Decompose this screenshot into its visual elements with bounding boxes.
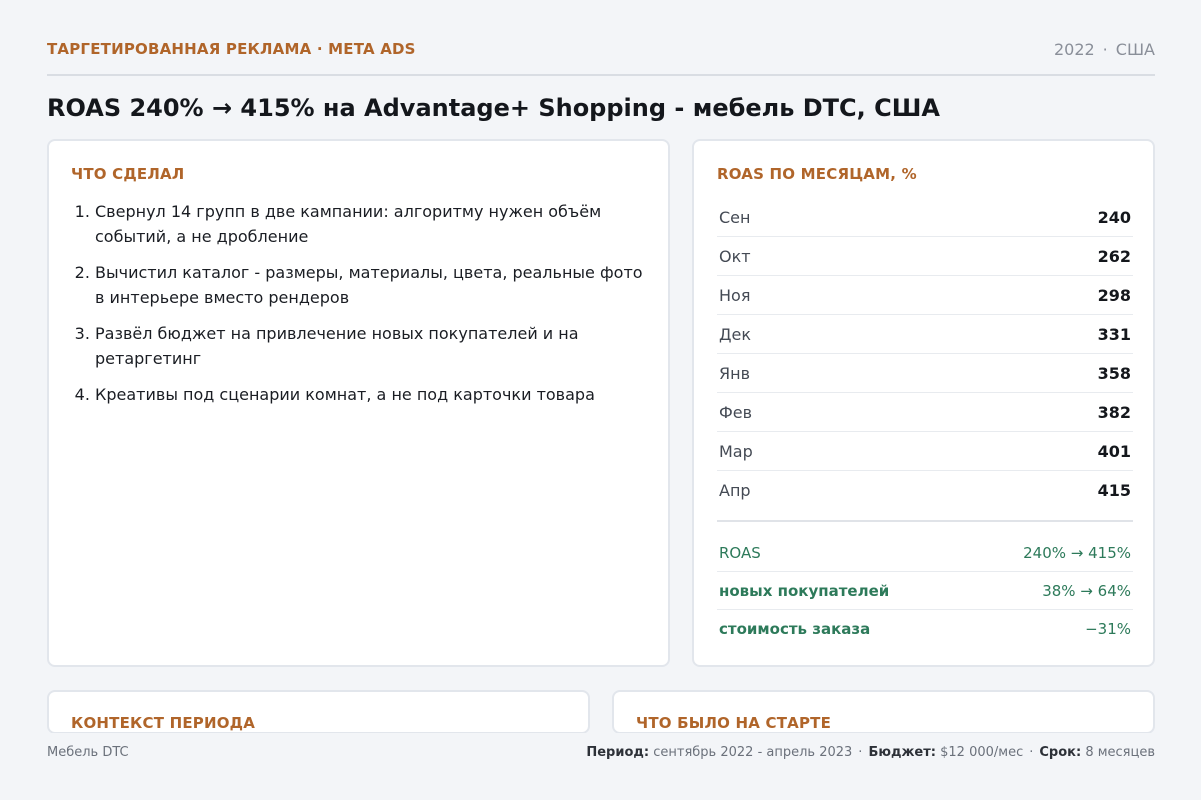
summary-row: новых покупателей 38% → 64% [717,572,1133,610]
month-value: 331 [1097,324,1131,344]
term-label: Срок: [1039,745,1082,760]
summary-value: −31% [1085,620,1131,638]
month-value: 415 [1097,481,1131,500]
page-header: ТАРГЕТИРОВАННАЯ РЕКЛАМА · META ADS 2022 ·… [47,38,1155,76]
category-label: ТАРГЕТИРОВАННАЯ РЕКЛАМА · META ADS [47,40,416,58]
summary-label: стоимость заказа [719,620,871,638]
header-meta: 2022 · США [1054,40,1155,59]
period-label: Период: [586,745,650,760]
budget-label: Бюджет: [868,745,936,760]
footer-background [0,733,1201,800]
year-label: 2022 [1053,40,1095,59]
month-label: Дек [719,324,752,344]
starting-point-card: ЧТО БЫЛО НА СТАРТЕ [612,690,1155,734]
what-done-list: Свернул 14 групп в две кампании: алгорит… [95,199,645,418]
summary-value: 240% → 415% [1023,543,1131,562]
summary-label: новых покупателей [719,581,890,600]
starting-point-heading: ЧТО БЫЛО НА СТАРТЕ [636,714,832,732]
period-context-heading: КОНТЕКСТ ПЕРИОДА [71,714,256,732]
table-row: Мар 401 [717,432,1133,471]
country-label: США [1115,40,1155,59]
roas-month-table: Сен 240 Окт 262 Ноя 298 Дек 331 Янв 358 Фев 38… [717,198,1133,510]
month-value: 240 [1097,207,1131,227]
page-title: ROAS 240% → 415% на Advantage+ Shopping … [47,94,940,122]
summary-value: 38% → 64% [1042,581,1131,600]
list-item: Свернул 14 групп в две кампании: алгорит… [95,199,645,249]
table-row: Ноя 298 [717,276,1133,315]
month-value: 262 [1097,246,1131,266]
summary-row: стоимость заказа −31% [717,610,1133,648]
client-name: Мебель DTC [47,745,129,760]
footer-separator: · [1029,745,1034,760]
month-label: Ноя [719,285,751,305]
month-value: 358 [1097,363,1131,383]
summary-row: ROAS 240% → 415% [717,522,1133,572]
meta-separator: · [1102,40,1108,59]
table-row: Янв 358 [717,354,1133,393]
budget-value: $12 000/мес [940,745,1024,760]
table-row: Окт 262 [717,237,1133,276]
roas-summary: ROAS 240% → 415% новых покупателей 38% → 6… [717,520,1133,648]
month-value: 401 [1097,441,1131,461]
page: ТАРГЕТИРОВАННАЯ РЕКЛАМА · META ADS 2022 ·… [0,0,1201,800]
month-label: Сен [719,207,751,227]
table-row: Фев 382 [717,393,1133,432]
project-meta: Период: сентябрь 2022 - апрель 2023 · Бюдж… [586,745,1155,760]
month-label: Апр [719,481,751,500]
period-value: сентябрь 2022 - апрель 2023 [653,745,853,760]
table-row: Апр 415 [717,471,1133,510]
table-row: Дек 331 [717,315,1133,354]
table-row: Сен 240 [717,198,1133,237]
what-done-card: ЧТО СДЕЛАЛ Свернул 14 групп в две кампан… [47,139,670,667]
list-item: Вычистил каталог - размеры, материалы, ц… [95,260,645,310]
month-label: Окт [719,246,751,266]
month-value: 382 [1097,402,1131,422]
month-label: Янв [719,363,751,383]
month-value: 298 [1097,285,1131,305]
month-label: Мар [719,441,753,461]
term-value: 8 месяцев [1085,745,1155,760]
footer-separator: · [858,745,863,760]
list-item: Креативы под сценарии комнат, а не под к… [95,382,645,407]
month-label: Фев [719,402,753,422]
roas-heading: ROAS ПО МЕСЯЦАМ, % [717,165,917,183]
summary-label: ROAS [719,543,761,562]
roas-card: ROAS ПО МЕСЯЦАМ, % Сен 240 Окт 262 Ноя 298 … [692,139,1155,667]
what-done-heading: ЧТО СДЕЛАЛ [71,165,185,183]
period-context-card: КОНТЕКСТ ПЕРИОДА [47,690,590,734]
list-item: Развёл бюджет на привлечение новых покуп… [95,321,645,371]
